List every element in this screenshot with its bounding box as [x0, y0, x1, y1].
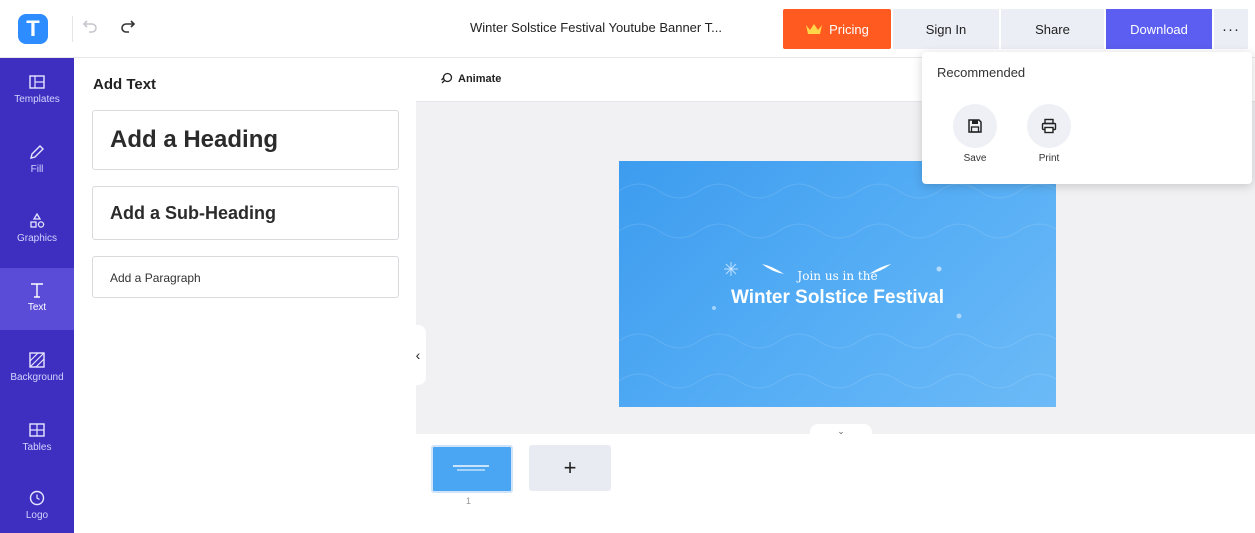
panel-title: Add Text: [93, 76, 157, 93]
sidebar-item-label: Logo: [25, 510, 49, 521]
sidebar-item-tables[interactable]: Tables: [0, 408, 74, 470]
save-icon: [953, 104, 997, 148]
top-bar: T Winter Solstice Festival Youtube Banne…: [0, 0, 1255, 58]
animate-label: Animate: [458, 72, 502, 85]
sidebar-item-label: Tables: [22, 442, 52, 453]
print-label: Print: [1038, 153, 1060, 164]
add-paragraph-button[interactable]: Add a Paragraph: [92, 256, 399, 298]
banner-decoration: [619, 183, 1056, 389]
logo-icon: [29, 490, 45, 506]
more-icon: ···: [1222, 20, 1240, 38]
sidebar-item-label: Fill: [30, 164, 44, 175]
print-option[interactable]: Print: [1024, 104, 1074, 164]
animate-button[interactable]: Animate: [440, 72, 501, 85]
sidebar-item-logo[interactable]: Logo: [0, 476, 74, 533]
sidebar: Templates Fill Graphics Text Background …: [0, 58, 74, 533]
menu-section-title: Recommended: [937, 65, 1026, 80]
add-subheading-button[interactable]: Add a Sub-Heading: [92, 186, 399, 240]
plus-icon: +: [563, 455, 577, 480]
text-icon: [31, 283, 43, 298]
download-button[interactable]: Download: [1106, 9, 1212, 49]
app-root: T Winter Solstice Festival Youtube Banne…: [0, 0, 1255, 533]
undo-icon[interactable]: [80, 18, 100, 38]
sign-in-button[interactable]: Sign In: [893, 9, 999, 49]
add-page-button[interactable]: +: [529, 445, 611, 491]
table-icon: [29, 423, 45, 437]
sidebar-item-label: Background: [10, 372, 64, 383]
shapes-icon: [30, 212, 45, 228]
page-number: 1: [466, 496, 472, 506]
pricing-label: Pricing: [829, 21, 869, 37]
animate-icon: [441, 72, 453, 84]
sidebar-item-graphics[interactable]: Graphics: [0, 199, 74, 261]
save-label: Save: [963, 153, 987, 164]
chevron-left-icon: ‹: [415, 347, 421, 363]
pencil-icon: [30, 145, 44, 159]
document-title[interactable]: Winter Solstice Festival Youtube Banner …: [470, 20, 770, 35]
sidebar-item-text[interactable]: Text: [0, 268, 74, 330]
banner-subtitle[interactable]: Join us in the: [619, 269, 1056, 283]
sidebar-item-fill[interactable]: Fill: [0, 130, 74, 192]
redo-icon[interactable]: [118, 18, 138, 38]
sidebar-item-templates[interactable]: Templates: [0, 60, 74, 122]
sidebar-item-label: Graphics: [16, 233, 57, 244]
sign-in-label: Sign In: [925, 21, 967, 37]
app-logo[interactable]: T: [18, 14, 48, 44]
banner-title[interactable]: Winter Solstice Festival: [619, 287, 1056, 309]
save-option[interactable]: Save: [950, 104, 1000, 164]
pricing-button[interactable]: Pricing: [783, 9, 891, 49]
page-thumbnail[interactable]: [431, 445, 513, 493]
design-canvas[interactable]: Join us in the Winter Solstice Festival: [619, 161, 1056, 407]
templates-icon: [29, 75, 45, 89]
text-panel: Add Text Add a Heading Add a Sub-Heading…: [74, 58, 416, 533]
thumbnail-preview: [453, 465, 489, 471]
background-icon: [29, 352, 45, 368]
more-options-menu: Recommended Save Print: [922, 52, 1252, 184]
more-options-button[interactable]: ···: [1214, 9, 1248, 49]
collapse-panel-button[interactable]: ‹: [410, 325, 426, 385]
sidebar-item-label: Text: [27, 302, 47, 313]
sidebar-item-label: Templates: [14, 94, 60, 105]
divider: [72, 16, 73, 42]
add-heading-button[interactable]: Add a Heading: [92, 110, 399, 170]
print-icon: [1027, 104, 1071, 148]
share-label: Share: [1035, 21, 1070, 37]
share-button[interactable]: Share: [1001, 9, 1104, 49]
crown-icon: [806, 24, 823, 34]
download-label: Download: [1130, 21, 1188, 37]
sidebar-item-background[interactable]: Background: [0, 338, 74, 400]
